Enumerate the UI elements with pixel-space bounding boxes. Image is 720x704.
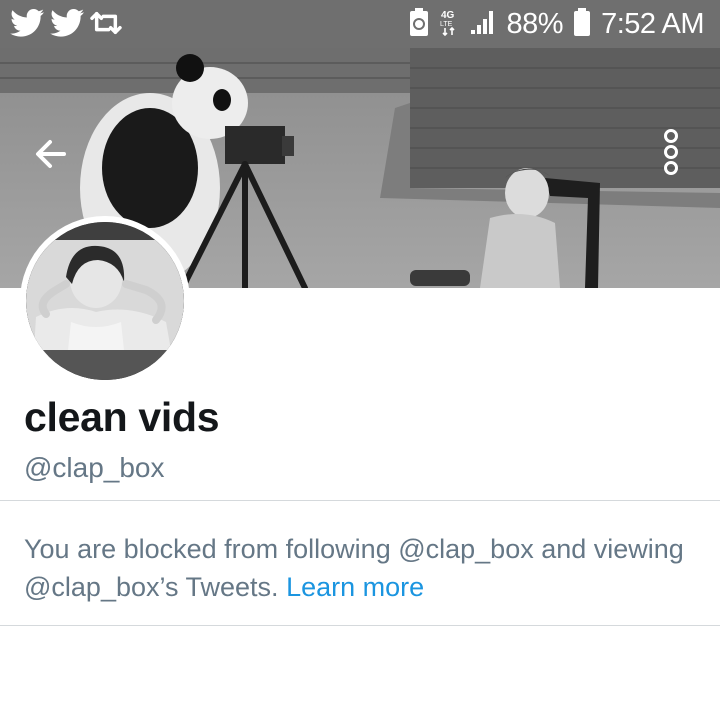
twitter-icon — [10, 8, 44, 43]
blocked-notice: You are blocked from following @clap_box… — [24, 530, 704, 606]
status-bar: 4G LTE 88% 7:52 AM — [0, 0, 720, 48]
avatar-image — [26, 222, 184, 380]
avatar[interactable] — [20, 216, 190, 386]
back-button[interactable] — [26, 130, 86, 178]
network-4g-lte-icon: 4G LTE — [439, 7, 459, 42]
system-status: 4G LTE 88% 7:52 AM — [409, 0, 704, 48]
battery-saver-icon — [409, 7, 429, 42]
retweet-icon — [90, 8, 122, 43]
signal-icon — [469, 8, 497, 41]
user-handle: @clap_box — [24, 452, 165, 483]
more-options-button[interactable] — [654, 128, 688, 178]
twitter-icon — [50, 8, 84, 43]
battery-percent: 88% — [506, 7, 564, 40]
divider — [0, 500, 720, 501]
svg-text:LTE: LTE — [440, 21, 453, 28]
display-name: clean vids — [24, 394, 220, 440]
notification-icons — [10, 8, 122, 43]
back-arrow-icon — [26, 130, 86, 178]
battery-icon — [573, 7, 591, 42]
svg-text:4G: 4G — [441, 10, 455, 21]
more-vertical-icon — [654, 128, 688, 178]
learn-more-link[interactable]: Learn more — [286, 572, 424, 602]
clock: 7:52 AM — [601, 7, 704, 40]
divider — [0, 625, 720, 626]
